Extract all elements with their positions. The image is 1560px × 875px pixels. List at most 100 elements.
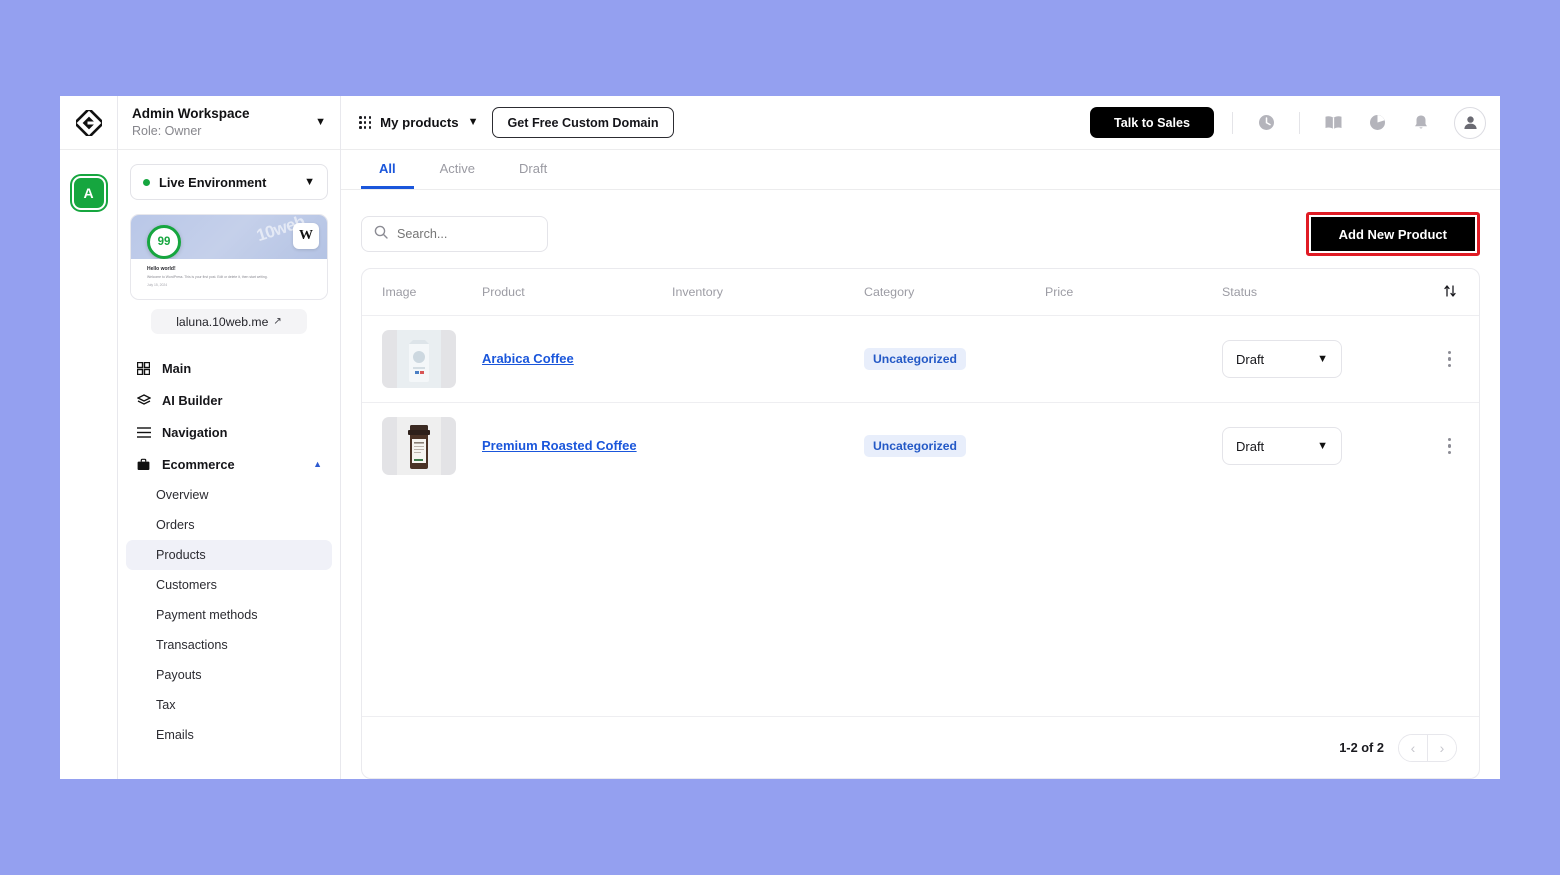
- sidebar-nav: Main AI Builder Navigation Ecommerce ▲ O…: [118, 352, 340, 779]
- chevron-down-icon: ▼: [1317, 352, 1328, 365]
- top-bar: My products ▼ Get Free Custom Domain Tal…: [341, 96, 1500, 150]
- sidebar-item-ai-builder[interactable]: AI Builder: [126, 384, 332, 416]
- sidebar-item-payment-methods[interactable]: Payment methods: [126, 600, 332, 630]
- site-preview-card[interactable]: 10web 99 W Hello world! Welcome to WordP…: [130, 214, 328, 300]
- sidebar-item-label: Orders: [156, 518, 195, 532]
- row-actions-cell: [1407, 345, 1457, 373]
- chevron-right-icon[interactable]: ›: [1428, 734, 1456, 761]
- workspace-avatar-button[interactable]: A: [71, 176, 106, 210]
- sidebar-item-label: Main: [162, 360, 192, 376]
- product-switcher-label: My products: [380, 115, 459, 130]
- sidebar-item-navigation[interactable]: Navigation: [126, 416, 332, 448]
- sidebar-item-label: Transactions: [156, 638, 228, 652]
- category-badge: Uncategorized: [864, 348, 966, 370]
- search-input[interactable]: [397, 227, 535, 241]
- sidebar-item-emails[interactable]: Emails: [126, 720, 332, 750]
- site-preview-body: Hello world! Welcome to WordPress. This …: [131, 259, 327, 295]
- sidebar-item-payouts[interactable]: Payouts: [126, 660, 332, 690]
- sidebar-item-main[interactable]: Main: [126, 352, 332, 384]
- sidebar-item-tax[interactable]: Tax: [126, 690, 332, 720]
- wp-letter: W: [299, 228, 313, 243]
- left-rail: A: [60, 96, 118, 779]
- row-status-cell: Draft ▼: [1222, 427, 1407, 465]
- clock-icon[interactable]: [1251, 108, 1281, 138]
- workspace-role: Role: Owner: [132, 123, 202, 138]
- workspace-name: Admin Workspace: [132, 105, 250, 121]
- workspace-selector[interactable]: Admin Workspace Role: Owner ▼: [118, 96, 340, 150]
- sidebar-item-label: Emails: [156, 728, 194, 742]
- pie-chart-icon[interactable]: [1362, 108, 1392, 138]
- row-status-cell: Draft ▼: [1222, 340, 1407, 378]
- row-product-cell: Premium Roasted Coffee: [482, 436, 672, 456]
- avatar: A: [71, 176, 106, 210]
- status-dot-icon: [143, 178, 150, 186]
- products-table: Image Product Inventory Category Price S…: [361, 268, 1480, 779]
- sidebar-item-products[interactable]: Products: [126, 540, 332, 570]
- column-header-price: Price: [1045, 285, 1074, 299]
- kebab-menu-icon[interactable]: [1442, 345, 1457, 373]
- category-badge: Uncategorized: [864, 435, 966, 457]
- product-name-link[interactable]: Premium Roasted Coffee: [482, 436, 637, 456]
- tab-active[interactable]: Active: [422, 150, 493, 189]
- row-image-cell: [382, 330, 482, 388]
- row-product-cell: Arabica Coffee: [482, 349, 672, 369]
- table-row[interactable]: Premium Roasted Coffee Uncategorized Dra…: [362, 402, 1479, 489]
- sidebar-item-label: Ecommerce: [162, 456, 235, 472]
- chevron-down-icon: ▼: [315, 116, 326, 128]
- tab-draft[interactable]: Draft: [501, 150, 565, 189]
- product-name-link[interactable]: Arabica Coffee: [482, 349, 574, 369]
- preview-post-text: Welcome to WordPress. This is your first…: [147, 275, 268, 279]
- main-area: My products ▼ Get Free Custom Domain Tal…: [341, 96, 1500, 779]
- tenweb-diamond-logo[interactable]: [60, 96, 117, 150]
- environment-label: Live Environment: [159, 174, 267, 190]
- sort-arrows-icon[interactable]: [1443, 284, 1457, 301]
- row-category-cell: Uncategorized: [864, 348, 1045, 370]
- premium-roasted-coffee-jar-image: [397, 417, 441, 475]
- pagination-count: 1-2 of 2: [1339, 740, 1384, 755]
- get-free-custom-domain-button[interactable]: Get Free Custom Domain: [492, 107, 674, 138]
- preview-post-title: Hello world!: [147, 266, 176, 272]
- performance-score-badge: 99: [147, 225, 181, 259]
- sidebar-item-label: Customers: [156, 578, 217, 592]
- search-icon: [374, 225, 388, 244]
- chevron-down-icon: ▼: [467, 116, 479, 128]
- layers-icon: [136, 393, 151, 407]
- sidebar-item-ecommerce[interactable]: Ecommerce ▲: [126, 448, 332, 480]
- sidebar-item-overview[interactable]: Overview: [126, 480, 332, 510]
- user-avatar-icon[interactable]: [1454, 106, 1486, 139]
- status-dropdown[interactable]: Draft ▼: [1222, 340, 1342, 378]
- sidebar-item-label: Payment methods: [156, 608, 258, 622]
- book-icon[interactable]: [1318, 108, 1348, 138]
- sidebar-item-label: Navigation: [162, 424, 228, 440]
- sidebar: Admin Workspace Role: Owner ▼ Live Envir…: [118, 96, 341, 779]
- sidebar-item-label: AI Builder: [162, 392, 223, 408]
- kebab-menu-icon[interactable]: [1442, 432, 1457, 460]
- sidebar-item-label: Products: [156, 548, 206, 562]
- environment-selector[interactable]: Live Environment ▼: [130, 164, 328, 200]
- status-value: Draft: [1236, 351, 1265, 367]
- site-domain-link[interactable]: laluna.10web.me ↗: [151, 309, 307, 334]
- column-header-inventory: Inventory: [672, 285, 723, 299]
- talk-to-sales-button[interactable]: Talk to Sales: [1089, 107, 1214, 138]
- sidebar-item-customers[interactable]: Customers: [126, 570, 332, 600]
- sidebar-item-label: Payouts: [156, 668, 202, 682]
- table-empty-space: [362, 489, 1479, 716]
- chevron-left-icon[interactable]: ‹: [1399, 734, 1427, 761]
- bell-icon[interactable]: [1406, 108, 1436, 138]
- search-box[interactable]: [361, 216, 548, 252]
- tab-all[interactable]: All: [361, 150, 414, 189]
- status-value: Draft: [1236, 438, 1265, 454]
- add-new-product-button[interactable]: Add New Product: [1310, 217, 1475, 251]
- sidebar-item-transactions[interactable]: Transactions: [126, 630, 332, 660]
- table-row[interactable]: Arabica Coffee Uncategorized Draft ▼: [362, 315, 1479, 402]
- sidebar-item-orders[interactable]: Orders: [126, 510, 332, 540]
- avatar-letter: A: [83, 185, 94, 201]
- chevron-down-icon: ▼: [304, 175, 315, 188]
- preview-post-date: July 15, 2024: [147, 283, 168, 288]
- product-switcher[interactable]: My products ▼: [359, 115, 478, 130]
- sidebar-item-label: Tax: [156, 698, 176, 712]
- briefcase-icon: [136, 458, 151, 471]
- grid-icon: [136, 361, 151, 375]
- status-dropdown[interactable]: Draft ▼: [1222, 427, 1342, 465]
- apps-grid-icon: [359, 116, 372, 129]
